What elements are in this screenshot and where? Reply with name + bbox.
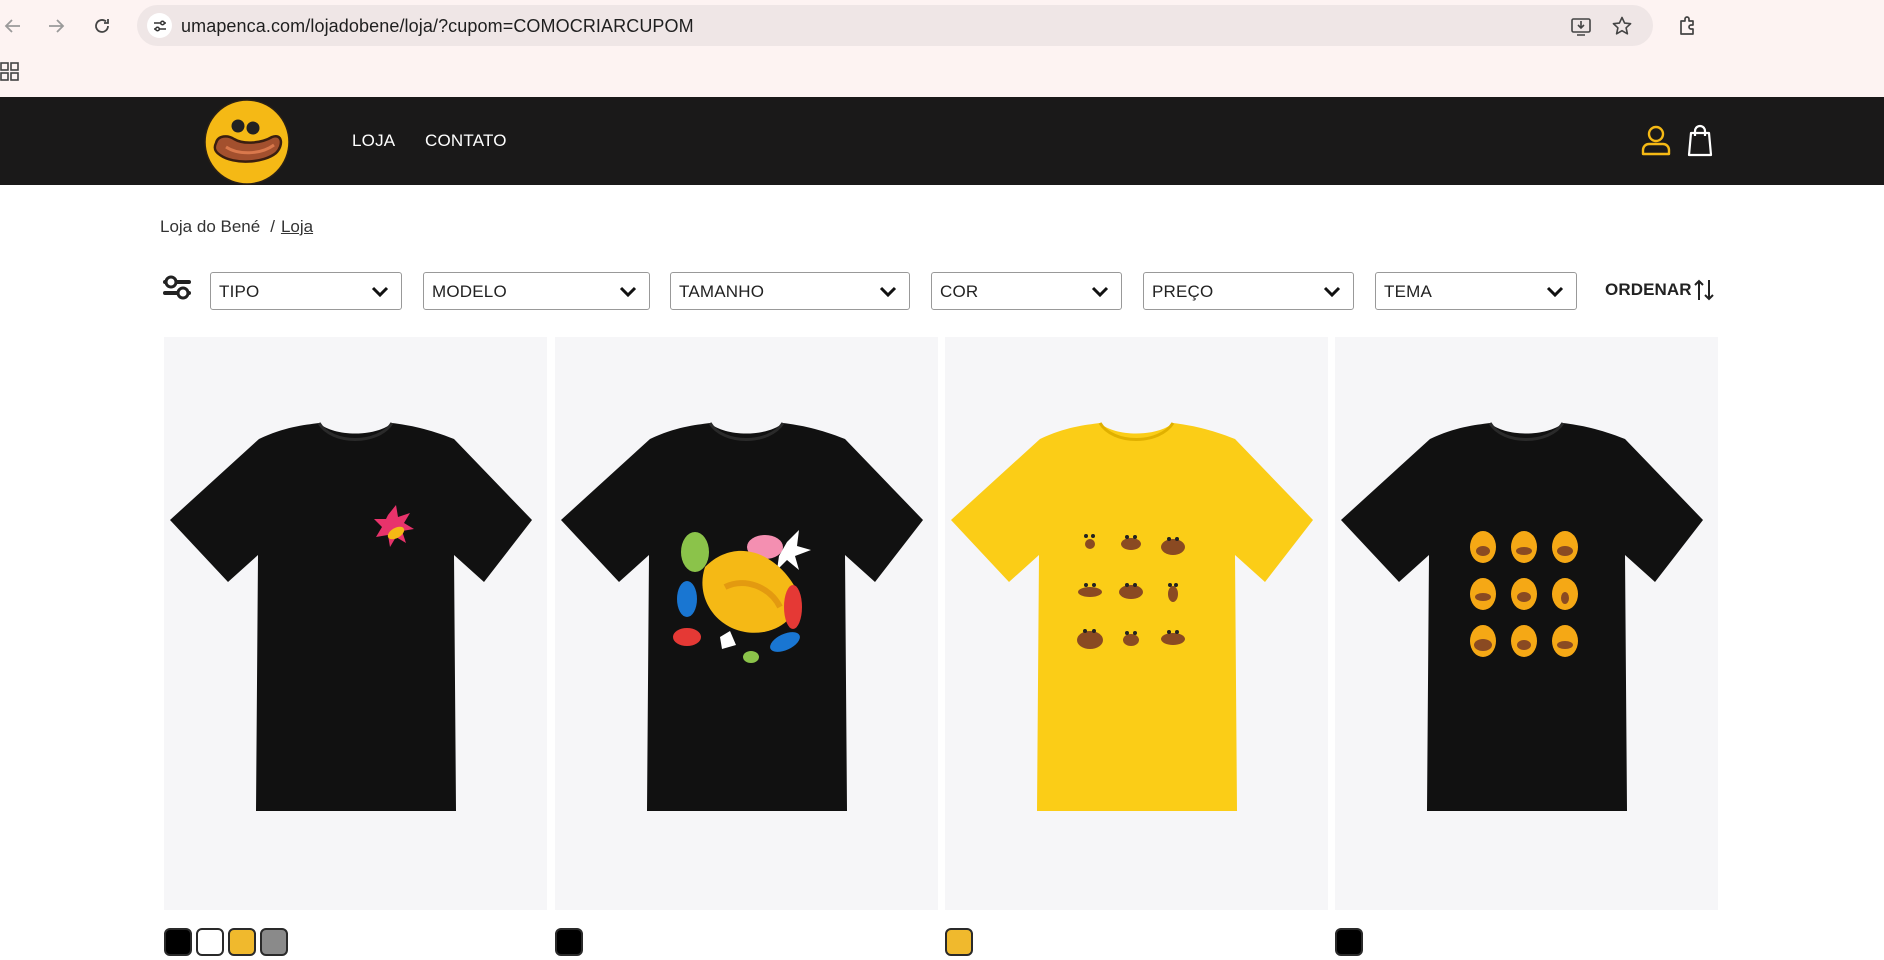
filter-cor-label: COR [940,282,979,301]
swatch-black[interactable] [555,928,583,956]
chevron-down-icon [1091,286,1109,298]
back-icon[interactable] [0,10,29,42]
swatch-yellow[interactable] [228,928,256,956]
color-swatches [1335,928,1363,956]
color-swatches [164,928,288,956]
filter-tamanho-label: TAMANHO [679,282,765,301]
filter-cor[interactable]: COR [931,272,1122,310]
chevron-down-icon [619,286,637,298]
color-swatches [945,928,973,956]
apps-icon[interactable] [0,62,20,82]
swatch-yellow[interactable] [945,928,973,956]
menu-link-contato[interactable]: CONTATO [425,131,507,151]
store-header: LOJA CONTATO [0,97,1884,185]
chevron-down-icon [371,286,389,298]
product-card[interactable] [164,337,547,910]
filter-sliders-icon[interactable] [162,275,192,301]
url-text[interactable]: umapenca.com/lojadobene/loja/?cupom=COMO… [181,16,694,37]
breadcrumb: Loja do Bené / Loja [160,217,313,237]
user-icon[interactable] [1640,123,1672,157]
filter-tamanho[interactable]: TAMANHO [670,272,910,310]
extensions-icon[interactable] [1676,14,1700,38]
breadcrumb-separator: / [270,217,275,236]
site-settings-icon[interactable] [147,13,172,38]
reload-icon[interactable] [86,10,118,42]
filter-modelo[interactable]: MODELO [423,272,650,310]
forward-icon[interactable] [40,10,72,42]
store-logo[interactable] [204,99,290,185]
address-bar[interactable]: umapenca.com/lojadobene/loja/?cupom=COMO… [137,5,1653,46]
product-image[interactable] [1335,337,1718,910]
product-image[interactable] [164,337,547,910]
bag-icon[interactable] [1684,123,1716,157]
menu-link-loja[interactable]: LOJA [352,131,395,151]
sort-arrows-icon[interactable] [1693,278,1715,302]
filter-tipo-label: TIPO [219,282,260,301]
filter-tipo[interactable]: TIPO [210,272,402,310]
product-card[interactable] [555,337,938,910]
filter-modelo-label: MODELO [432,282,507,301]
swatch-black[interactable] [164,928,192,956]
chevron-down-icon [1323,286,1341,298]
product-image[interactable] [555,337,938,910]
product-image[interactable] [945,337,1328,910]
filter-preco-label: PREÇO [1152,282,1214,301]
order-button[interactable]: ORDENAR [1605,280,1692,300]
filter-tema-label: TEMA [1384,282,1433,301]
breadcrumb-current[interactable]: Loja [281,217,313,236]
chevron-down-icon [1546,286,1564,298]
filter-tema[interactable]: TEMA [1375,272,1577,310]
star-icon[interactable] [1611,15,1633,37]
color-swatches [555,928,583,956]
swatch-white[interactable] [196,928,224,956]
install-icon[interactable] [1570,15,1592,37]
swatch-black[interactable] [1335,928,1363,956]
browser-chrome: umapenca.com/lojadobene/loja/?cupom=COMO… [0,0,1884,97]
swatch-gray[interactable] [260,928,288,956]
chevron-down-icon [879,286,897,298]
product-card[interactable] [945,337,1328,910]
filter-preco[interactable]: PREÇO [1143,272,1354,310]
product-card[interactable] [1335,337,1718,910]
breadcrumb-home[interactable]: Loja do Bené [160,217,260,236]
